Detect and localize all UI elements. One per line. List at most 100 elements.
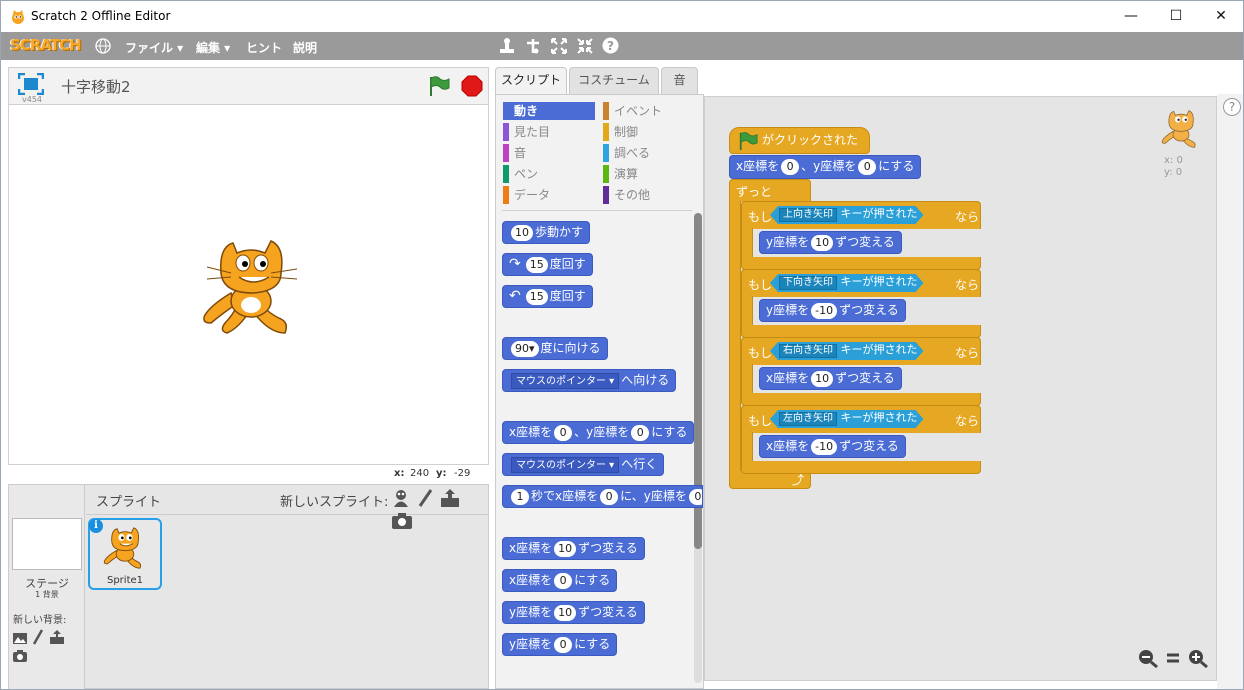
change-position-block[interactable]: y座標を 10 ずつ変える: [759, 231, 902, 254]
backdrop-library-icon[interactable]: [12, 631, 28, 645]
x-label: x:: [394, 468, 405, 479]
category-4[interactable]: 音: [503, 144, 595, 162]
script-area[interactable]: x: 0 y: 0 がクリックされたとき x座標を0、y座標を0にする ずっと …: [704, 96, 1217, 681]
maximize-button[interactable]: ☐: [1153, 1, 1199, 32]
zoom-in-icon[interactable]: [1187, 648, 1209, 669]
paint-sprite-icon[interactable]: [416, 488, 434, 508]
globe-icon[interactable]: [95, 38, 111, 54]
category-6[interactable]: ペン: [503, 165, 595, 183]
turn-right-icon: ↷: [509, 256, 521, 272]
right-sidebar: ?: [1217, 94, 1243, 689]
svg-text:?: ?: [607, 39, 614, 53]
scratch-cat-sprite[interactable]: [201, 233, 301, 341]
green-flag-icon[interactable]: [428, 75, 450, 97]
help-button[interactable]: ?: [1223, 98, 1241, 116]
category-label: 制御: [614, 125, 639, 139]
green-flag-icon: [739, 132, 758, 151]
block-point-towards[interactable]: マウスのポインター ▾ へ向ける: [502, 369, 677, 392]
current-sprite-image: [1161, 110, 1196, 148]
paint-backdrop-icon[interactable]: [32, 629, 44, 645]
tab-costumes[interactable]: コスチューム: [569, 67, 659, 94]
help-icon[interactable]: ?: [602, 37, 619, 54]
stage-thumbnail[interactable]: [12, 518, 82, 570]
minimize-button[interactable]: —: [1108, 1, 1154, 32]
menu-tips[interactable]: ヒント: [246, 39, 282, 56]
sprite-position: x: 0 y: 0: [1164, 155, 1183, 179]
new-sprite-label: 新しいスプライト:: [280, 495, 389, 510]
upload-sprite-icon[interactable]: [439, 488, 461, 508]
x-value: 240: [410, 468, 430, 479]
category-7[interactable]: 演算: [603, 165, 693, 183]
block-goto[interactable]: マウスのポインター ▾ へ行く: [502, 453, 665, 476]
block-goto-xy[interactable]: x座標を 0 、y座標を 0 にする: [502, 421, 695, 444]
when-flag-clicked-block[interactable]: がクリックされたとき: [729, 127, 870, 172]
block-turn-left[interactable]: ↶ 15 度回す: [502, 285, 593, 308]
block-change-x[interactable]: x座標を 10 ずつ変える: [502, 537, 645, 560]
block-glide[interactable]: 1 秒でx座標を 0 に、y座標を 0: [502, 485, 703, 508]
category-color-bar: [503, 102, 509, 120]
sprite-thumbnail-image: [103, 527, 141, 569]
stop-sign-icon[interactable]: [461, 75, 483, 97]
new-backdrop-buttons: [12, 629, 84, 667]
scratch-logo[interactable]: SCRATCH: [10, 36, 82, 56]
y-value: -29: [454, 468, 471, 479]
sprite-pane: ステージ 1 背景 新しい背景: スプライト 新しいスプライト: i Sprit…: [8, 484, 489, 689]
presentation-mode-icon[interactable]: [18, 73, 44, 95]
zoom-out-icon[interactable]: [1137, 648, 1159, 669]
category-color-bar: [603, 123, 609, 141]
stage-backdrop-count: 1 背景: [35, 590, 59, 599]
grow-icon[interactable]: [550, 37, 568, 55]
block-set-y[interactable]: y座標を 0 にする: [502, 633, 618, 656]
mouse-coordinates: x: 240 y: -29: [8, 465, 489, 482]
sprite-info-icon[interactable]: i: [89, 519, 103, 533]
block-turn-right[interactable]: ↷ 15 度回す: [502, 253, 593, 276]
sprite-y: y: 0: [1164, 167, 1183, 178]
category-color-bar: [603, 102, 609, 120]
cut-scissors-icon[interactable]: [524, 37, 542, 55]
camera-backdrop-icon[interactable]: [12, 649, 28, 663]
category-label: データ: [514, 188, 551, 202]
category-label: イベント: [614, 104, 663, 118]
category-3[interactable]: 制御: [603, 123, 693, 141]
close-button[interactable]: ✕: [1198, 1, 1243, 32]
category-0[interactable]: 動き: [503, 102, 595, 120]
camera-sprite-icon[interactable]: [391, 512, 413, 530]
shrink-icon[interactable]: [576, 37, 594, 55]
category-label: 調べる: [614, 146, 651, 160]
menu-about[interactable]: 説明: [293, 39, 317, 56]
category-label: 演算: [614, 167, 639, 181]
goto-xy-block[interactable]: x座標を 0 、y座標を 0 にする: [729, 155, 922, 179]
upload-backdrop-icon[interactable]: [49, 629, 65, 645]
tab-sounds[interactable]: 音: [661, 67, 698, 94]
stage-canvas[interactable]: [8, 104, 489, 465]
zoom-reset-icon[interactable]: [1164, 648, 1182, 668]
category-color-bar: [503, 123, 509, 141]
change-position-block[interactable]: x座標を 10 ずつ変える: [759, 367, 902, 390]
change-position-block[interactable]: y座標を -10 ずつ変える: [759, 299, 906, 322]
category-color-bar: [503, 144, 509, 162]
block-palette: 動き イベント 見た目 制御音調べる ペン 演算 データ その他 10 歩動かす ↷ 15 度回す …: [495, 94, 704, 689]
category-label: 音: [514, 146, 527, 160]
change-position-block[interactable]: x座標を -10 ずつ変える: [759, 435, 906, 458]
category-2[interactable]: 見た目: [503, 123, 595, 141]
category-8[interactable]: データ: [503, 186, 595, 204]
block-move-steps[interactable]: 10 歩動かす: [502, 221, 591, 244]
sprite-thumbnail[interactable]: i Sprite1: [88, 518, 162, 590]
block-point-direction[interactable]: 90▾ 度に向ける: [502, 337, 608, 360]
app-window: Scratch 2 Offline Editor — ☐ ✕ SCRATCH フ…: [0, 0, 1244, 690]
tab-scripts[interactable]: スクリプト: [495, 67, 567, 95]
y-label: y:: [436, 468, 447, 479]
project-title[interactable]: 十字移動2: [61, 76, 131, 97]
block-set-x[interactable]: x座標を 0 にする: [502, 569, 618, 592]
menu-edit[interactable]: 編集 ▾: [196, 39, 230, 56]
category-1[interactable]: イベント: [603, 102, 693, 120]
block-change-y[interactable]: y座標を 10 ずつ変える: [502, 601, 645, 624]
sprite-library-icon[interactable]: [391, 488, 411, 508]
forever-block[interactable]: ずっと: [729, 179, 811, 202]
category-5[interactable]: 調べる: [603, 144, 693, 162]
sprite-header: スプライト 新しいスプライト:: [86, 485, 488, 529]
duplicate-stamp-icon[interactable]: [499, 37, 515, 55]
menu-file[interactable]: ファイル ▾: [125, 39, 183, 56]
category-9[interactable]: その他: [603, 186, 693, 204]
turn-left-icon: ↶: [509, 288, 521, 304]
